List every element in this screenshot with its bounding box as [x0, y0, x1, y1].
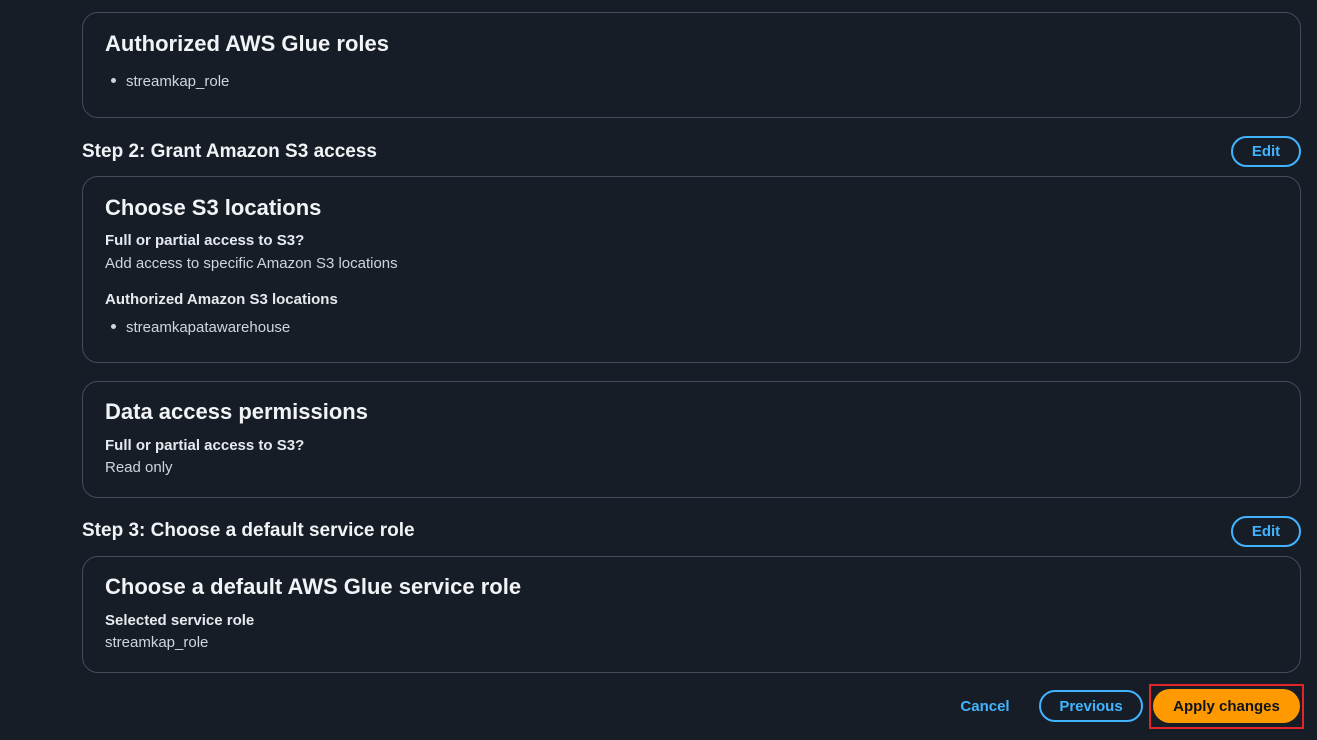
service-role-title: Choose a default AWS Glue service role	[105, 574, 522, 599]
s3-locations-card: Choose S3 locations Full or partial acce…	[82, 176, 1301, 363]
glue-roles-title: Authorized AWS Glue roles	[105, 31, 389, 56]
step2-edit-button[interactable]: Edit	[1231, 136, 1301, 167]
s3-location-list-item: streamkapatawarehouse	[111, 319, 290, 336]
service-role-card: Choose a default AWS Glue service role S…	[82, 556, 1301, 673]
permissions-card: Data access permissions Full or partial …	[82, 381, 1301, 498]
cancel-button[interactable]: Cancel	[950, 691, 1020, 721]
permissions-title: Data access permissions	[105, 399, 368, 424]
service-role-value: streamkap_role	[105, 634, 209, 651]
s3-access-label: Full or partial access to S3?	[105, 232, 305, 249]
glue-role-name: streamkap_role	[126, 73, 230, 90]
permissions-access-value: Read only	[105, 459, 173, 476]
s3-access-value: Add access to specific Amazon S3 locatio…	[105, 255, 398, 272]
apply-changes-button[interactable]: Apply changes	[1153, 689, 1300, 723]
glue-role-list-item: streamkap_role	[111, 73, 229, 90]
s3-location-name: streamkapatawarehouse	[126, 319, 291, 336]
step3-edit-button[interactable]: Edit	[1231, 516, 1301, 547]
step3-heading: Step 3: Choose a default service role	[82, 520, 415, 541]
bullet-icon	[111, 323, 116, 329]
glue-roles-card: Authorized AWS Glue roles streamkap_role	[82, 12, 1301, 118]
step2-heading: Step 2: Grant Amazon S3 access	[82, 141, 377, 162]
previous-button[interactable]: Previous	[1039, 690, 1143, 722]
s3-locations-title: Choose S3 locations	[105, 195, 322, 220]
s3-locations-label: Authorized Amazon S3 locations	[105, 291, 338, 308]
bullet-icon	[111, 77, 116, 83]
permissions-access-label: Full or partial access to S3?	[105, 437, 305, 454]
service-role-label: Selected service role	[105, 612, 255, 629]
